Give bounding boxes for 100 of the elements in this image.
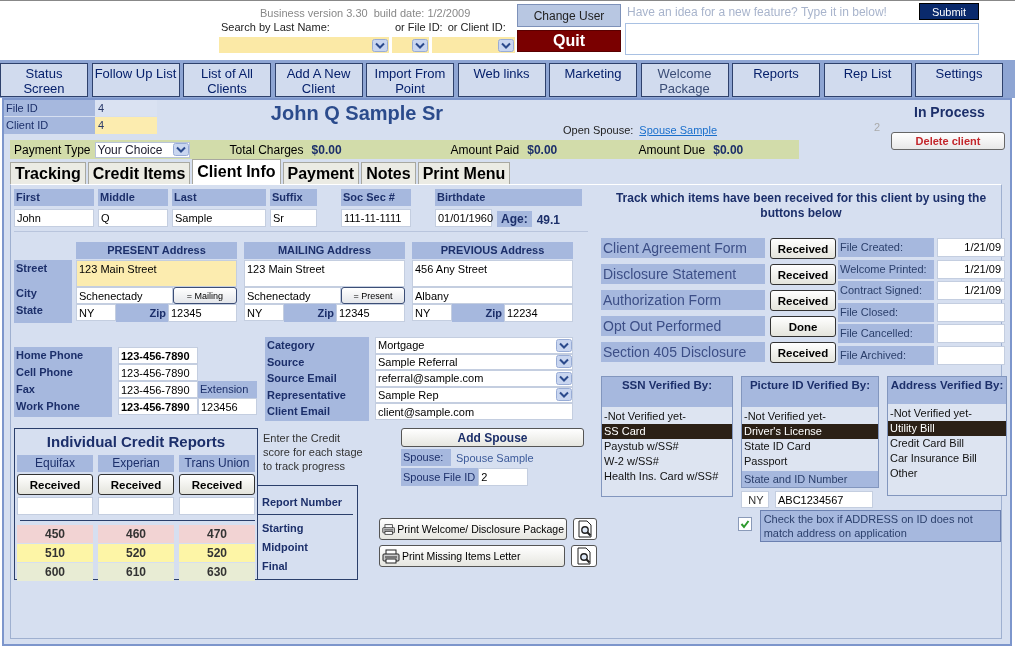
nav-button[interactable]: Status Screen bbox=[0, 63, 88, 97]
list-item[interactable]: -Not Verified yet- bbox=[742, 409, 878, 424]
date-field[interactable]: 1/21/09 bbox=[937, 238, 1005, 257]
text-field[interactable]: NY bbox=[244, 304, 284, 321]
tab[interactable]: Print Menu bbox=[417, 162, 511, 184]
tab[interactable]: Tracking bbox=[10, 162, 86, 184]
nav-button[interactable]: List of All Clients bbox=[183, 63, 271, 97]
text-field[interactable]: Sample bbox=[172, 209, 266, 227]
text-field[interactable]: 12345 bbox=[168, 304, 237, 322]
nav-button[interactable]: Import From Point bbox=[366, 63, 454, 97]
received-button[interactable]: Received bbox=[17, 474, 93, 495]
delete-client-button[interactable]: Delete client bbox=[891, 132, 1005, 150]
dropdown-field[interactable] bbox=[432, 37, 515, 53]
date-field[interactable]: 1/21/09 bbox=[937, 259, 1005, 279]
received-button[interactable]: Received bbox=[98, 474, 174, 495]
text-field[interactable]: NY bbox=[76, 304, 116, 321]
dropdown-field[interactable]: Mortgage bbox=[375, 337, 573, 354]
nav-button[interactable]: Reports bbox=[732, 63, 820, 97]
text-field[interactable]: ABC1234567 bbox=[775, 491, 873, 508]
text-field[interactable]: 2 bbox=[478, 468, 529, 486]
text-field[interactable]: 12345 bbox=[336, 304, 405, 322]
nav-button[interactable]: Marketing bbox=[549, 63, 637, 97]
list-item[interactable]: -Not Verified yet- bbox=[888, 406, 1006, 421]
text-field[interactable]: 123-456-7890 bbox=[118, 347, 198, 364]
text-field[interactable]: client@sample.com bbox=[375, 403, 573, 420]
text-field[interactable]: 01/01/1960 bbox=[435, 209, 492, 227]
received-button[interactable]: Received bbox=[770, 238, 836, 259]
text-field[interactable]: Albany bbox=[412, 287, 573, 304]
text-field[interactable] bbox=[98, 497, 174, 515]
score-field[interactable]: 520 bbox=[179, 544, 255, 562]
score-field[interactable]: 520 bbox=[98, 544, 174, 562]
nav-button[interactable]: Add A New Client bbox=[274, 63, 363, 97]
list-item[interactable]: Passport bbox=[742, 454, 878, 469]
date-field[interactable] bbox=[937, 345, 1005, 365]
tab[interactable]: Client Info bbox=[192, 159, 281, 184]
add-spouse-button[interactable]: Add Spouse bbox=[401, 428, 584, 447]
text-field[interactable]: 123-456-7890 bbox=[118, 398, 198, 415]
text-field[interactable] bbox=[179, 497, 255, 515]
submit-button[interactable]: Submit bbox=[919, 3, 979, 20]
print-button[interactable]: Print Welcome/ Disclosure Package bbox=[379, 518, 567, 540]
score-field[interactable]: 460 bbox=[98, 525, 174, 543]
score-field[interactable]: 630 bbox=[179, 563, 255, 581]
text-field[interactable]: 123-456-7890 bbox=[118, 381, 198, 398]
received-button[interactable]: Received bbox=[179, 474, 255, 495]
spouse-link[interactable]: Spouse Sample bbox=[639, 124, 717, 136]
dropdown-field[interactable]: referral@sample.com bbox=[375, 370, 573, 387]
received-button[interactable]: Received bbox=[770, 264, 836, 285]
score-field[interactable]: 610 bbox=[98, 563, 174, 581]
received-button[interactable]: Received bbox=[770, 342, 836, 363]
text-field[interactable] bbox=[17, 497, 93, 515]
score-field[interactable]: 470 bbox=[179, 525, 255, 543]
received-button[interactable]: Received bbox=[770, 290, 836, 311]
dropdown-field[interactable] bbox=[392, 37, 429, 53]
nav-button[interactable]: Follow Up List bbox=[91, 63, 180, 97]
score-field[interactable]: 510 bbox=[17, 544, 93, 562]
list-item[interactable]: Credit Card Bill bbox=[888, 436, 1006, 451]
nav-button[interactable]: Web links bbox=[457, 63, 546, 97]
text-field[interactable]: 12234 bbox=[504, 304, 573, 322]
preview-button[interactable] bbox=[571, 545, 597, 567]
list-item[interactable]: Utility Bill bbox=[888, 421, 1006, 436]
client-id-field[interactable]: 4 bbox=[95, 117, 157, 134]
date-field[interactable]: 1/21/09 bbox=[937, 281, 1005, 300]
date-field[interactable] bbox=[937, 324, 1005, 343]
nav-button[interactable]: Rep List bbox=[823, 63, 912, 97]
checkbox[interactable] bbox=[738, 517, 752, 531]
dropdown-field[interactable]: Your Choice bbox=[94, 141, 190, 158]
dropdown-field[interactable] bbox=[219, 37, 389, 53]
print-button[interactable]: Print Missing Items Letter bbox=[379, 545, 566, 567]
preview-button[interactable] bbox=[573, 518, 597, 540]
tab[interactable]: Notes bbox=[361, 162, 416, 184]
list-item[interactable]: State ID Card bbox=[742, 439, 878, 454]
date-field[interactable] bbox=[937, 302, 1005, 322]
copy-address-button[interactable]: = Mailing bbox=[173, 287, 237, 304]
feedback-field[interactable] bbox=[625, 23, 979, 55]
text-field[interactable]: 123456 bbox=[198, 398, 257, 415]
score-field[interactable]: 450 bbox=[17, 525, 93, 543]
text-field[interactable]: 123 Main Street bbox=[76, 260, 237, 287]
tab[interactable]: Credit Items bbox=[87, 162, 191, 184]
text-field[interactable]: NY bbox=[741, 491, 769, 508]
list-item[interactable]: W-2 w/SS# bbox=[602, 454, 732, 469]
list-item[interactable]: Paystub w/SS# bbox=[602, 439, 732, 454]
text-field[interactable]: 123-456-7890 bbox=[118, 364, 198, 381]
text-field[interactable]: 456 Any Street bbox=[412, 260, 573, 287]
text-field[interactable]: 123 Main Street bbox=[244, 260, 405, 287]
score-field[interactable]: 600 bbox=[17, 563, 93, 581]
quit-button[interactable]: Quit bbox=[517, 30, 621, 52]
text-field[interactable]: Schenectady bbox=[76, 287, 173, 304]
tab[interactable]: Payment bbox=[282, 162, 360, 184]
list-item[interactable]: Car Insurance Bill bbox=[888, 451, 1006, 466]
list-item[interactable]: Driver's License bbox=[742, 424, 878, 439]
text-field[interactable]: 111-11-1111 bbox=[341, 209, 411, 227]
text-field[interactable]: Sr bbox=[270, 209, 317, 227]
list-item[interactable]: -Not Verified yet- bbox=[602, 409, 732, 424]
received-button[interactable]: Done bbox=[770, 316, 836, 337]
text-field[interactable]: John bbox=[14, 209, 94, 227]
text-field[interactable]: Q bbox=[98, 209, 168, 227]
change-user-button[interactable]: Change User bbox=[517, 4, 621, 27]
list-item[interactable]: Health Ins. Card w/SS# bbox=[602, 469, 732, 484]
list-item[interactable]: SS Card bbox=[602, 424, 732, 439]
list-item[interactable]: Other bbox=[888, 466, 1006, 481]
